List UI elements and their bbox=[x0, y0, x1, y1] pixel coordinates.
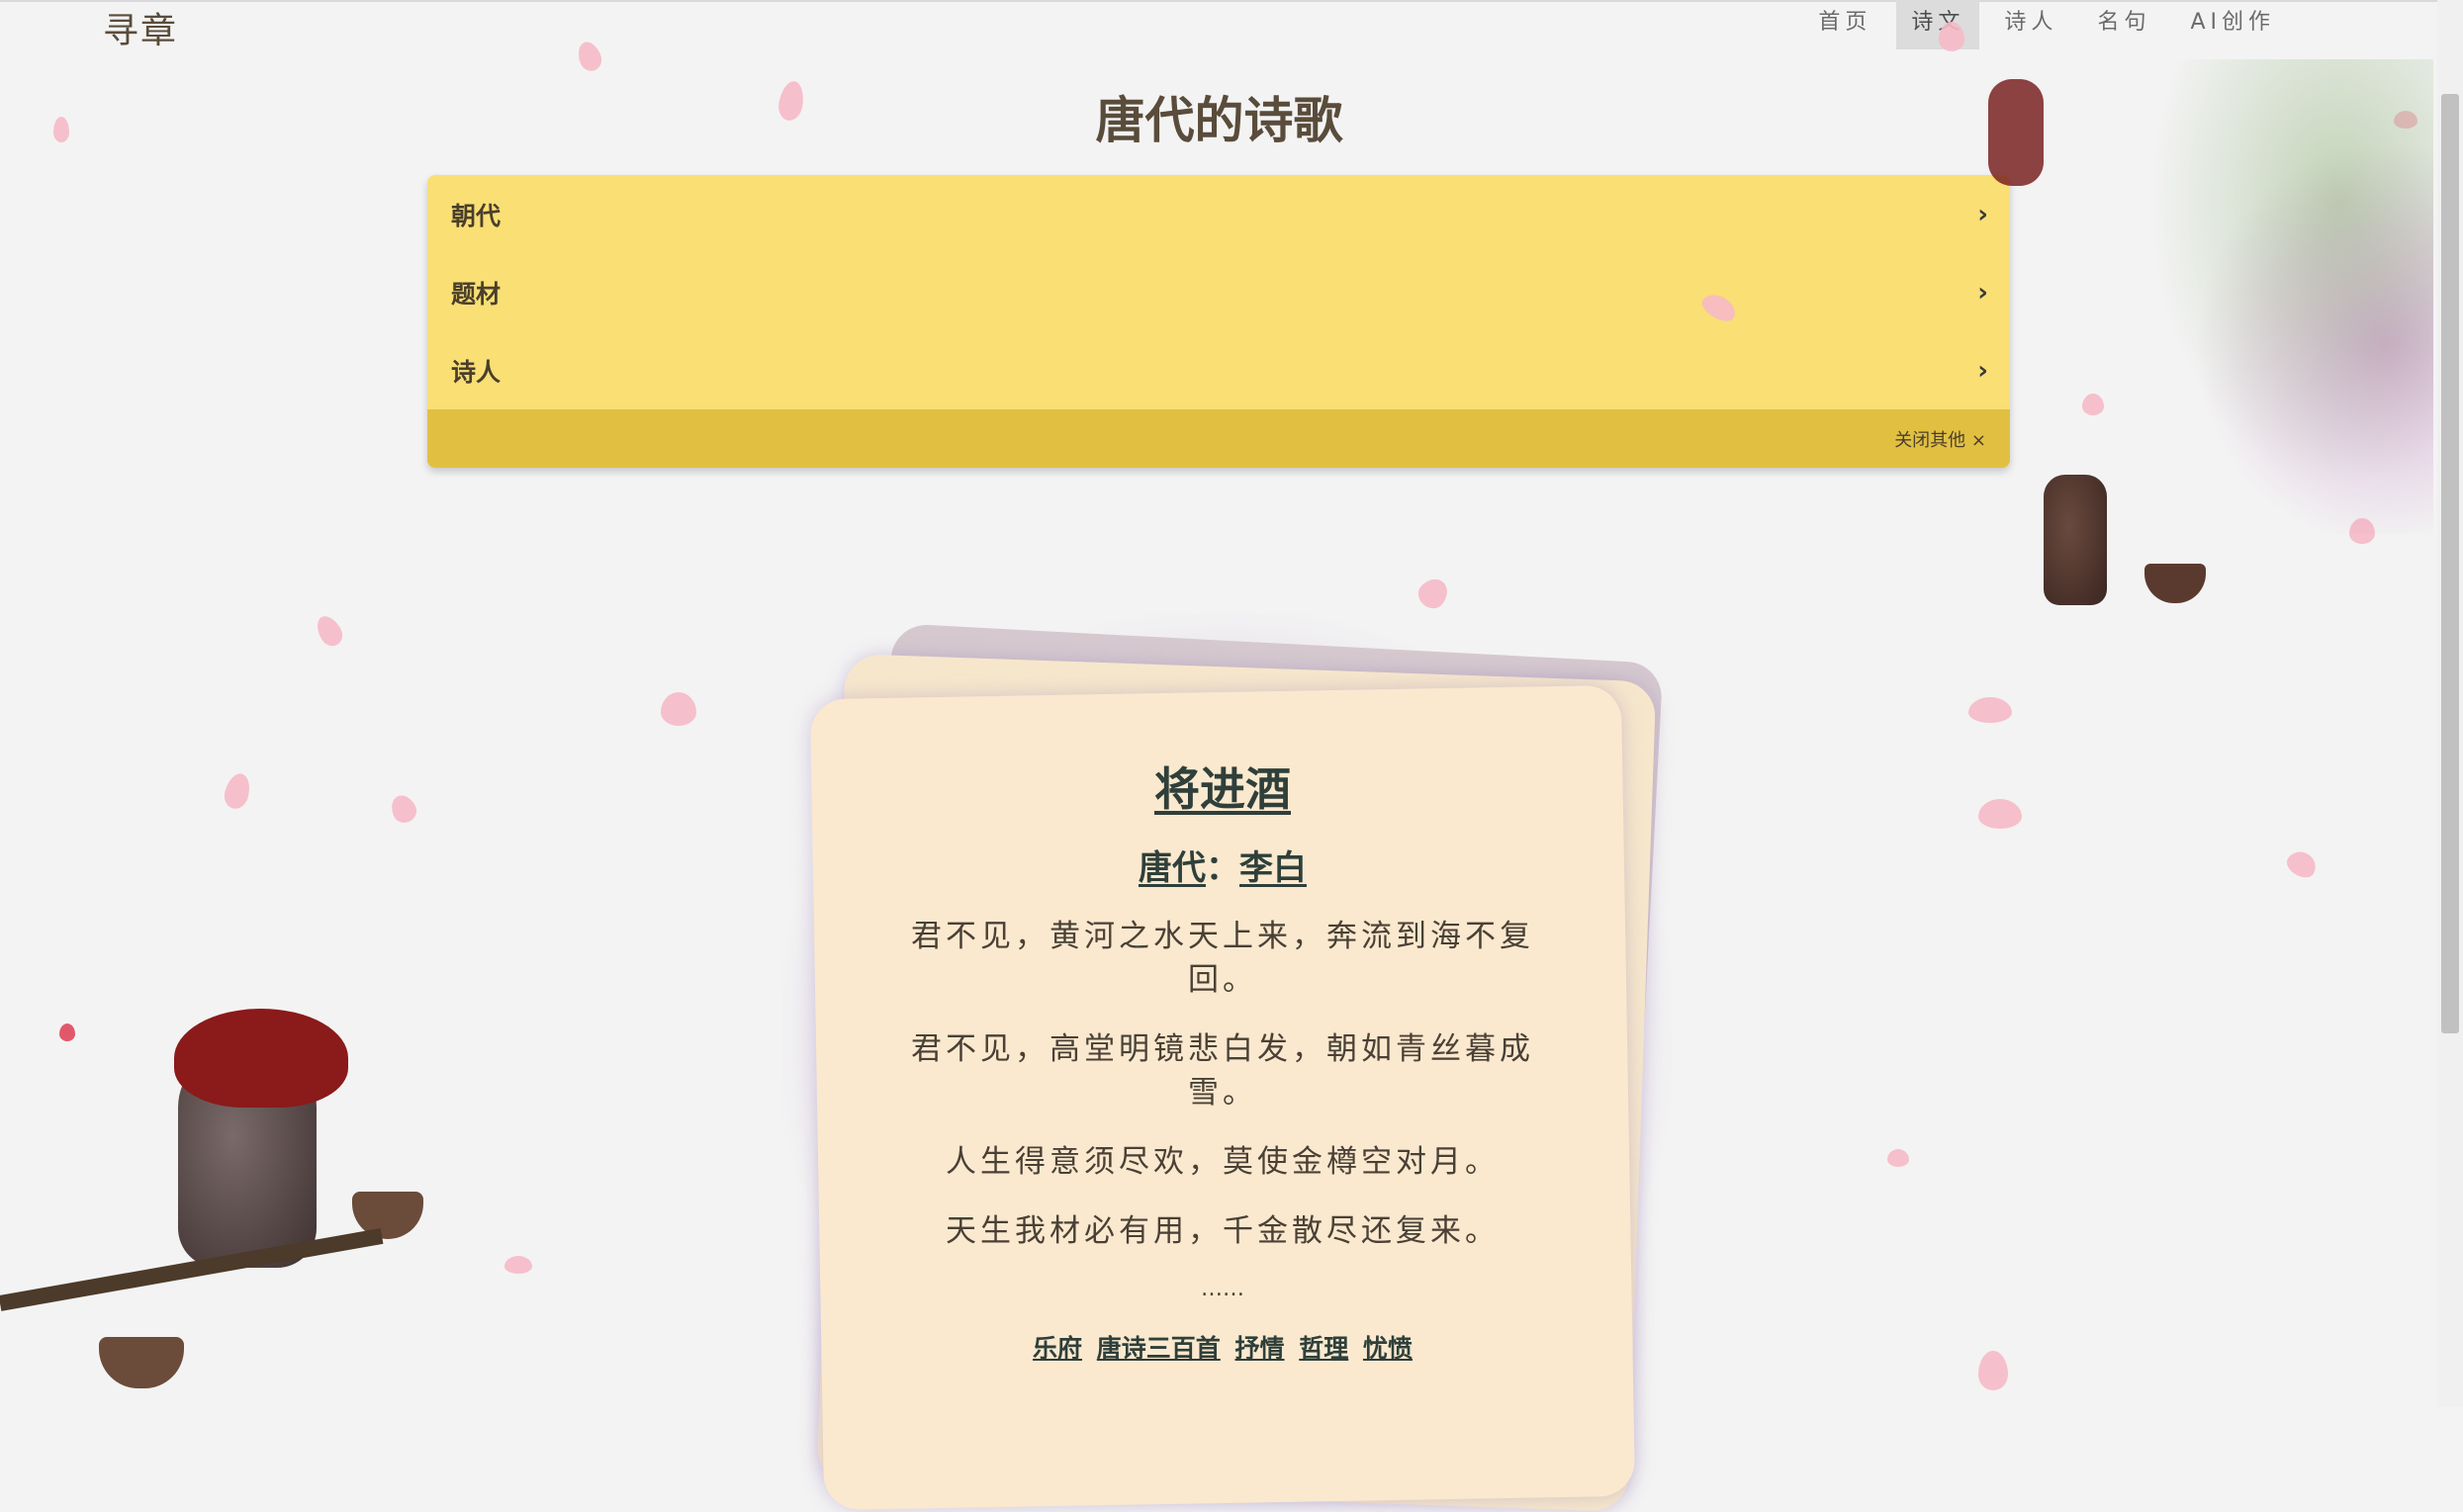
tag-link[interactable]: 哲理 bbox=[1299, 1334, 1348, 1363]
filter-row-poet[interactable]: 诗人 › bbox=[427, 331, 2010, 409]
petal-decoration bbox=[53, 117, 69, 142]
main-nav: 首页 诗文 诗人 名句 AI创作 bbox=[1798, 0, 2295, 49]
tag-link[interactable]: 抒情 bbox=[1234, 1334, 1284, 1363]
petal-decoration bbox=[312, 611, 347, 651]
site-logo[interactable]: 寻章 bbox=[103, 2, 178, 53]
wine-cup-illustration bbox=[2144, 564, 2206, 603]
poem-byline: 唐代：李白 bbox=[817, 841, 1628, 889]
petal-decoration bbox=[1413, 573, 1454, 614]
wine-cup-illustration bbox=[99, 1337, 184, 1388]
chevron-right-icon: › bbox=[1977, 277, 1988, 308]
poem-title-link[interactable]: 将进酒 bbox=[817, 754, 1628, 819]
nav-quotes[interactable]: 名句 bbox=[2082, 0, 2165, 49]
wisteria-branch-illustration bbox=[2117, 59, 2433, 534]
filter-row-theme[interactable]: 题材 › bbox=[427, 253, 2010, 331]
tag-link[interactable]: 乐府 bbox=[1033, 1334, 1082, 1363]
wine-jar-lid-illustration bbox=[174, 1009, 348, 1108]
filter-label: 题材 bbox=[451, 279, 502, 309]
poem-line: 天生我材必有用，千金散尽还复来。 bbox=[946, 1213, 1500, 1249]
filter-accordion: 朝代 › 题材 › 诗人 › 关闭其他 × bbox=[427, 175, 2010, 468]
petal-decoration bbox=[1887, 1149, 1909, 1167]
petal-decoration bbox=[504, 1256, 532, 1274]
petal-decoration bbox=[221, 770, 254, 812]
scrollbar-thumb[interactable] bbox=[2441, 94, 2459, 1033]
petal-decoration bbox=[387, 791, 420, 827]
petal-decoration bbox=[1939, 22, 1964, 51]
tag-link[interactable]: 忧愤 bbox=[1363, 1334, 1413, 1363]
dynasty-link[interactable]: 唐代 bbox=[1139, 848, 1206, 888]
petal-decoration bbox=[1978, 1351, 2008, 1390]
poem-line: 人生得意须尽欢，莫使金樽空对月。 bbox=[946, 1144, 1500, 1180]
petal-decoration bbox=[574, 39, 605, 74]
chevron-right-icon: › bbox=[1977, 355, 1988, 386]
poem-line: 君不见，高堂明镜悲白发，朝如青丝暮成雪。 bbox=[911, 1031, 1534, 1111]
author-link[interactable]: 李白 bbox=[1239, 848, 1307, 888]
filter-footer: 关闭其他 × bbox=[427, 409, 2010, 468]
seal-stamp-illustration bbox=[1988, 79, 2044, 186]
nav-poets[interactable]: 诗人 bbox=[1989, 0, 2072, 49]
poem-card-content: 将进酒 唐代：李白 君不见，黄河之水天上来，奔流到海不复回。 君不见，高堂明镜悲… bbox=[817, 692, 1628, 1365]
petal-decoration bbox=[59, 1023, 75, 1041]
nav-home[interactable]: 首页 bbox=[1803, 0, 1886, 49]
page-scrollbar[interactable] bbox=[2437, 0, 2463, 1407]
chevron-right-icon: › bbox=[1977, 199, 1988, 229]
byline-separator: ： bbox=[1206, 848, 1239, 888]
filter-label: 诗人 bbox=[451, 357, 502, 387]
poem-tags: 乐府 唐诗三百首 抒情 哲理 忧愤 bbox=[817, 1329, 1628, 1365]
filter-row-dynasty[interactable]: 朝代 › bbox=[427, 175, 2010, 253]
petal-decoration bbox=[1968, 697, 2012, 723]
poem-line: 君不见，黄河之水天上来，奔流到海不复回。 bbox=[911, 919, 1534, 998]
petal-decoration bbox=[2283, 846, 2321, 882]
tag-link[interactable]: 唐诗三百首 bbox=[1097, 1334, 1221, 1363]
nav-ai-create[interactable]: AI创作 bbox=[2175, 0, 2290, 49]
poem-ellipsis: …… bbox=[1201, 1277, 1244, 1301]
close-others-button[interactable]: 关闭其他 × bbox=[1894, 426, 1986, 452]
petal-decoration bbox=[1978, 799, 2022, 829]
petal-decoration bbox=[2082, 394, 2104, 415]
filter-label: 朝代 bbox=[451, 201, 502, 230]
wine-bottle-illustration bbox=[2044, 475, 2107, 605]
petal-decoration bbox=[661, 692, 696, 726]
page-title: 唐代的诗歌 bbox=[1095, 92, 1343, 149]
